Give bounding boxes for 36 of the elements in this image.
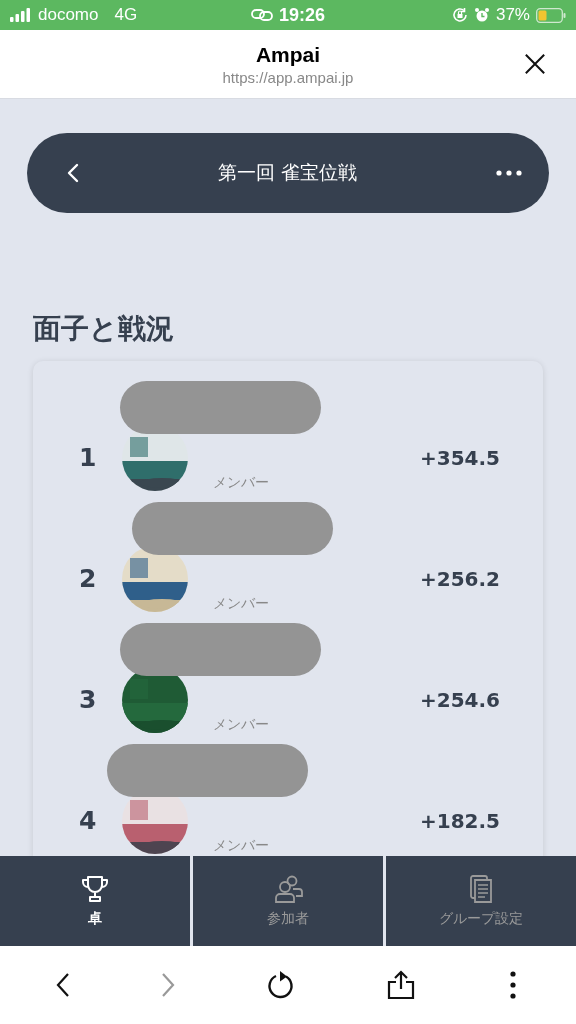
nav-tab[interactable]: グループ設定 bbox=[386, 856, 576, 946]
battery-percent: 37% bbox=[495, 5, 530, 25]
score-value: +256.2 bbox=[419, 566, 500, 591]
trophy-icon bbox=[80, 874, 110, 904]
people-icon bbox=[273, 874, 303, 904]
signal-icon bbox=[10, 8, 32, 22]
header-title: 第一回 雀宝位戦 bbox=[217, 160, 357, 185]
alarm-icon bbox=[473, 7, 490, 23]
rotation-lock-icon bbox=[451, 7, 468, 23]
clock-time: 19:26 bbox=[278, 4, 325, 26]
page-url: https://app.ampai.jp bbox=[222, 68, 354, 86]
nav-tab[interactable]: 参加者 bbox=[193, 856, 383, 946]
nav-tab[interactable]: 卓 bbox=[0, 856, 190, 946]
section-title: 面子と戦況 bbox=[33, 311, 175, 347]
score-value: +354.5 bbox=[419, 445, 500, 470]
rank-number: 3 bbox=[79, 685, 98, 714]
member-role: メンバー bbox=[213, 593, 269, 612]
link-icon bbox=[250, 9, 273, 21]
share-icon[interactable] bbox=[386, 970, 415, 1000]
reload-icon[interactable] bbox=[267, 970, 295, 1000]
close-icon[interactable] bbox=[524, 53, 546, 75]
rank-number: 4 bbox=[79, 806, 98, 835]
network-type: 4G bbox=[114, 5, 138, 25]
member-role: メンバー bbox=[213, 472, 269, 491]
more-icon[interactable] bbox=[496, 170, 522, 176]
back-icon[interactable] bbox=[55, 971, 70, 999]
member-role: メンバー bbox=[213, 835, 269, 854]
score-value: +254.6 bbox=[419, 687, 500, 712]
back-icon[interactable] bbox=[67, 163, 79, 183]
rank-number: 2 bbox=[79, 564, 98, 593]
member-role: メンバー bbox=[213, 714, 269, 733]
rank-number: 1 bbox=[79, 443, 98, 472]
page-title: Ampai bbox=[255, 42, 321, 67]
score-value: +182.5 bbox=[419, 808, 500, 833]
battery-icon bbox=[536, 7, 566, 23]
carrier-name: docomo bbox=[38, 5, 99, 25]
